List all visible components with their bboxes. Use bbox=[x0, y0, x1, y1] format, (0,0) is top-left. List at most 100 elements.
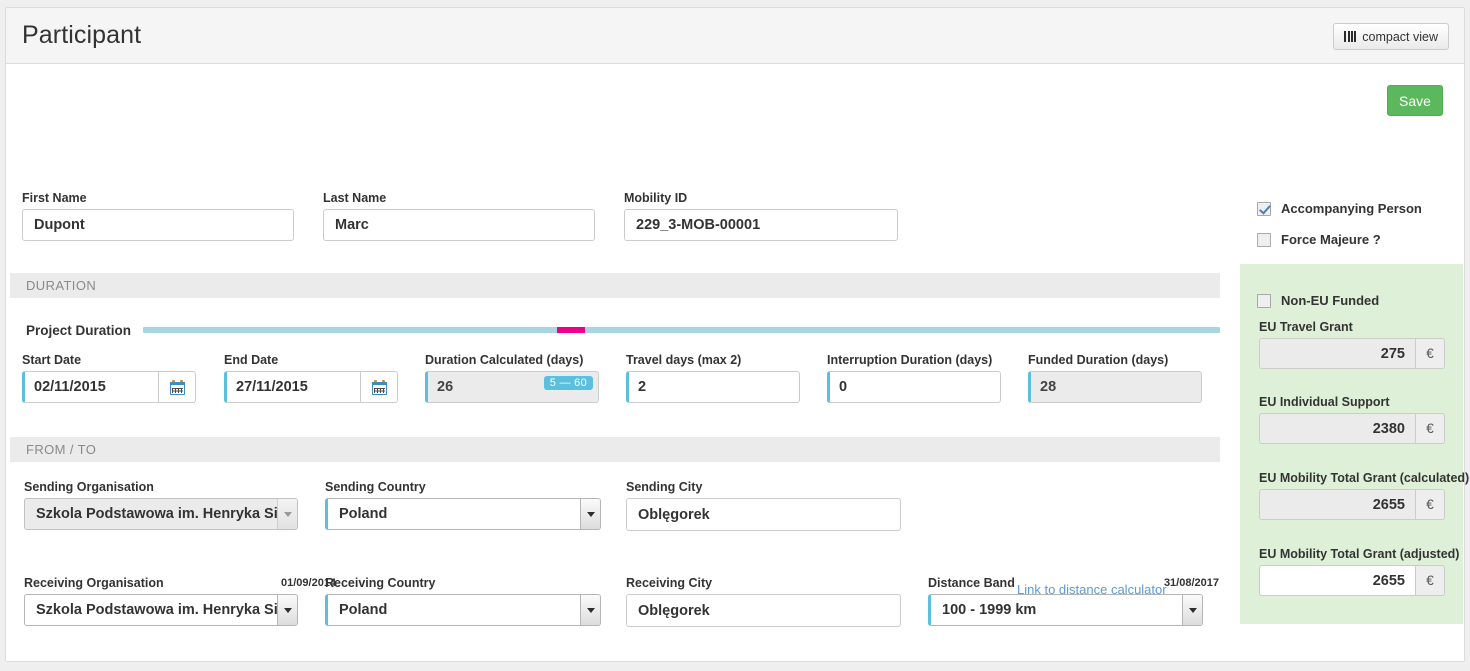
last-name-label: Last Name bbox=[323, 191, 387, 205]
receiving-organisation-label: Receiving Organisation bbox=[24, 576, 164, 590]
mobility-id-field: Mobility ID 229_3-MOB-00001 bbox=[624, 191, 898, 241]
interruption-duration-field: Interruption Duration (days) 0 bbox=[827, 353, 1001, 403]
receiving-city-label: Receiving City bbox=[626, 576, 713, 590]
sending-country-field: Sending Country Poland bbox=[325, 480, 601, 530]
interruption-duration-input[interactable]: 0 bbox=[827, 371, 1001, 403]
funded-duration-field: Funded Duration (days) 28 bbox=[1028, 353, 1202, 403]
distance-band-select[interactable]: 100 - 1999 km bbox=[928, 594, 1203, 626]
receiving-organisation-value: Szkola Podstawowa im. Henryka Si bbox=[36, 602, 277, 618]
travel-days-field: Travel days (max 2) 2 bbox=[626, 353, 800, 403]
eu-total-calculated-field: EU Mobility Total Grant (calculated) 265… bbox=[1259, 471, 1470, 520]
save-button-top[interactable]: Save bbox=[1387, 85, 1443, 116]
chevron-down-icon bbox=[277, 595, 297, 625]
end-date-label: End Date bbox=[224, 353, 279, 367]
non-eu-funded-checkbox[interactable] bbox=[1257, 293, 1271, 308]
last-name-input[interactable]: Marc bbox=[323, 209, 595, 241]
receiving-country-value: Poland bbox=[339, 602, 388, 618]
start-date-input[interactable]: 02/11/2015 bbox=[22, 371, 159, 403]
duration-calculated-value: 26 bbox=[437, 379, 454, 395]
sending-country-select[interactable]: Poland bbox=[325, 498, 601, 530]
eu-total-calculated-value: 2655 bbox=[1259, 489, 1415, 520]
panel-body: Save First Name Dupont Last Name Marc Mo… bbox=[6, 64, 1470, 661]
duration-section-header: DURATION bbox=[10, 273, 1220, 298]
sending-organisation-value: Szkola Podstawowa im. Henryka Si bbox=[36, 506, 277, 522]
receiving-organisation-select[interactable]: Szkola Podstawowa im. Henryka Si bbox=[24, 594, 298, 626]
end-date-input[interactable]: 27/11/2015 bbox=[224, 371, 361, 403]
columns-icon bbox=[1344, 31, 1357, 42]
eu-total-adjusted-label: EU Mobility Total Grant (adjusted) bbox=[1259, 547, 1460, 561]
eu-total-calculated-label: EU Mobility Total Grant (calculated) bbox=[1259, 471, 1470, 485]
duration-calculated-input: 26 5 — 60 bbox=[425, 371, 599, 403]
end-date-calendar-button[interactable] bbox=[361, 371, 398, 403]
funded-duration-label: Funded Duration (days) bbox=[1028, 353, 1169, 367]
eu-travel-grant-value: 275 bbox=[1259, 338, 1415, 369]
chevron-down-icon bbox=[277, 499, 297, 529]
eu-travel-grant-group: 275 € bbox=[1259, 338, 1445, 369]
last-name-field: Last Name Marc bbox=[323, 191, 595, 241]
page-root: Participant compact view Save First Name… bbox=[0, 0, 1470, 671]
receiving-city-input[interactable]: Oblęgorek bbox=[626, 594, 901, 627]
duration-section-label: DURATION bbox=[26, 278, 97, 293]
fromto-section-label: FROM / TO bbox=[26, 442, 97, 457]
currency-symbol: € bbox=[1415, 489, 1445, 520]
accompanying-person-label: Accompanying Person bbox=[1281, 201, 1422, 216]
accompanying-person-checkbox[interactable] bbox=[1257, 201, 1271, 216]
eu-total-adjusted-group: 2655 € bbox=[1259, 565, 1445, 596]
force-majeure-row[interactable]: Force Majeure ? bbox=[1257, 232, 1381, 247]
duration-calculated-label: Duration Calculated (days) bbox=[425, 353, 584, 367]
chevron-down-icon bbox=[580, 595, 600, 625]
currency-symbol: € bbox=[1415, 565, 1445, 596]
panel-header: Participant compact view bbox=[6, 8, 1464, 64]
start-date-label: Start Date bbox=[22, 353, 82, 367]
distance-calculator-link[interactable]: Link to distance calculator bbox=[1017, 582, 1167, 597]
eu-total-adjusted-value[interactable]: 2655 bbox=[1259, 565, 1415, 596]
duration-calculated-field: Duration Calculated (days) 26 5 — 60 bbox=[425, 353, 599, 403]
eu-total-adjusted-field: EU Mobility Total Grant (adjusted) 2655 … bbox=[1259, 547, 1463, 596]
eu-travel-grant-label: EU Travel Grant bbox=[1259, 320, 1353, 334]
travel-days-label: Travel days (max 2) bbox=[626, 353, 742, 367]
eu-individual-support-label: EU Individual Support bbox=[1259, 395, 1390, 409]
eu-travel-grant-field: EU Travel Grant 275 € bbox=[1259, 320, 1445, 369]
mobility-id-input[interactable]: 229_3-MOB-00001 bbox=[624, 209, 898, 241]
eu-individual-support-group: 2380 € bbox=[1259, 413, 1445, 444]
calendar-icon bbox=[169, 379, 185, 395]
sending-organisation-field: Sending Organisation Szkola Podstawowa i… bbox=[24, 480, 298, 530]
project-duration-slider[interactable]: 01/09/2014 31/08/2017 bbox=[143, 327, 1220, 589]
non-eu-funded-label: Non-EU Funded bbox=[1281, 293, 1380, 308]
compact-view-label: compact view bbox=[1362, 29, 1438, 44]
receiving-country-field: Receiving Country Poland bbox=[325, 576, 601, 626]
accompanying-person-row[interactable]: Accompanying Person bbox=[1257, 201, 1422, 216]
receiving-country-select[interactable]: Poland bbox=[325, 594, 601, 626]
funded-duration-input: 28 bbox=[1028, 371, 1202, 403]
start-date-calendar-button[interactable] bbox=[159, 371, 196, 403]
page-title: Participant bbox=[22, 21, 142, 49]
chevron-down-icon bbox=[1182, 595, 1202, 625]
first-name-input[interactable]: Dupont bbox=[22, 209, 294, 241]
non-eu-funded-row[interactable]: Non-EU Funded bbox=[1257, 293, 1379, 308]
sending-city-input[interactable]: Oblęgorek bbox=[626, 498, 901, 531]
compact-view-button[interactable]: compact view bbox=[1333, 23, 1449, 50]
project-duration-label: Project Duration bbox=[26, 323, 132, 338]
fromto-section-header: FROM / TO bbox=[10, 437, 1220, 462]
receiving-country-label: Receiving Country bbox=[325, 576, 436, 590]
sending-city-label: Sending City bbox=[626, 480, 703, 494]
mobility-id-label: Mobility ID bbox=[624, 191, 688, 205]
participant-panel: Participant compact view Save First Name… bbox=[5, 7, 1470, 662]
chevron-down-icon bbox=[580, 499, 600, 529]
end-date-field: End Date 27/11/2015 bbox=[224, 353, 398, 403]
eu-total-calculated-group: 2655 € bbox=[1259, 489, 1445, 520]
sending-country-label: Sending Country bbox=[325, 480, 426, 494]
sending-organisation-label: Sending Organisation bbox=[24, 480, 154, 494]
currency-symbol: € bbox=[1415, 413, 1445, 444]
currency-symbol: € bbox=[1415, 338, 1445, 369]
calendar-icon bbox=[371, 379, 387, 395]
end-date-group: 27/11/2015 bbox=[224, 371, 398, 403]
receiving-city-field: Receiving City Oblęgorek bbox=[626, 576, 901, 627]
mobility-period-marker bbox=[557, 327, 585, 333]
force-majeure-label: Force Majeure ? bbox=[1281, 232, 1381, 247]
start-date-field: Start Date 02/11/2015 bbox=[22, 353, 196, 403]
eu-individual-support-value: 2380 bbox=[1259, 413, 1415, 444]
travel-days-input[interactable]: 2 bbox=[626, 371, 800, 403]
sending-country-value: Poland bbox=[339, 506, 388, 522]
force-majeure-checkbox[interactable] bbox=[1257, 232, 1271, 247]
